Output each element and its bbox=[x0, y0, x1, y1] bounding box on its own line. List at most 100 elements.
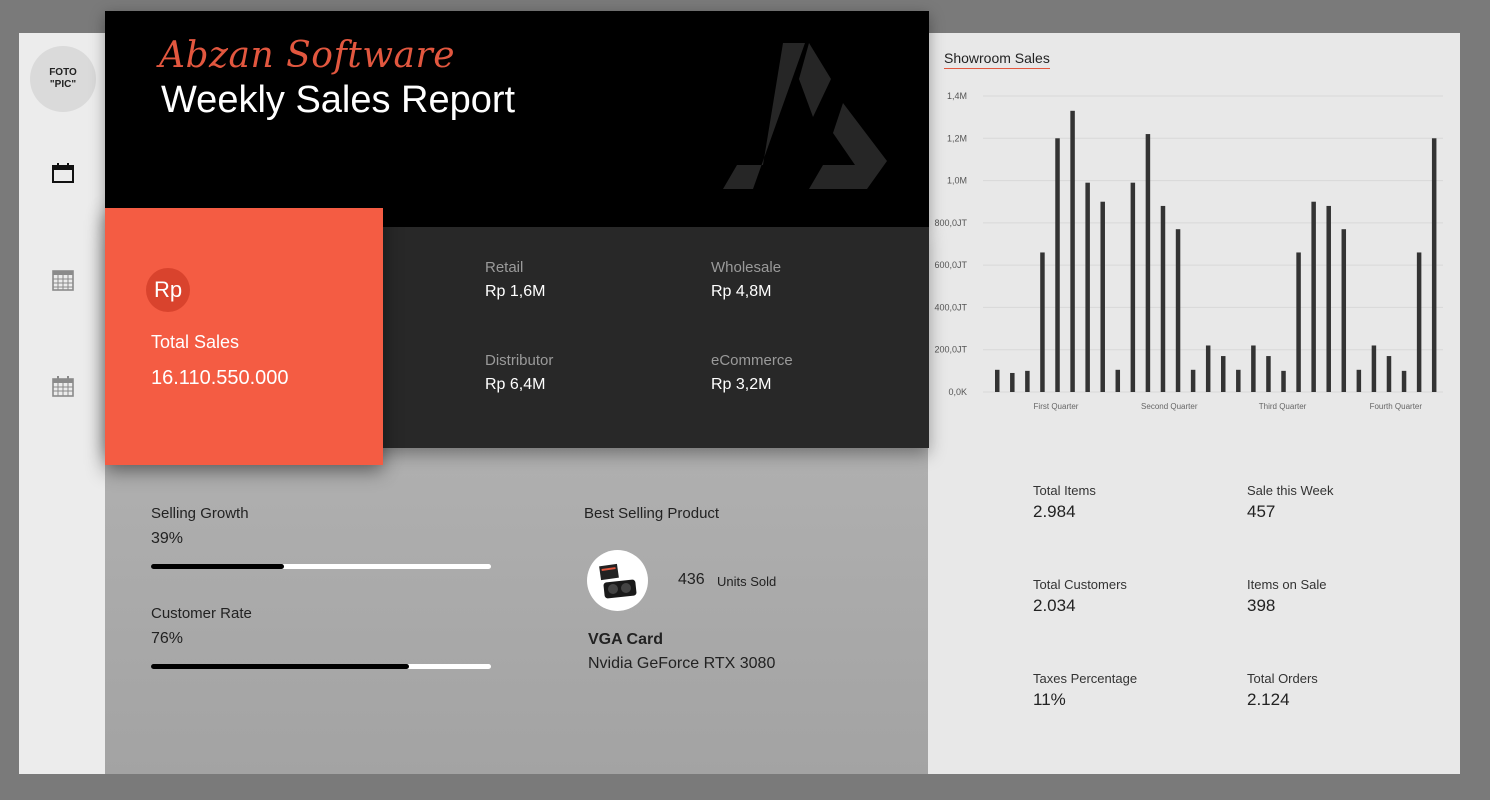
customer-rate-fill bbox=[151, 664, 410, 669]
channel-retail: Retail Rp 1,6M bbox=[485, 259, 545, 301]
y-tick-label: 1,4M bbox=[947, 91, 967, 101]
stat-value: 398 bbox=[1247, 596, 1276, 615]
y-tick-label: 1,2M bbox=[947, 133, 967, 143]
chart-bar[interactable] bbox=[1356, 369, 1362, 392]
currency-icon: Rp bbox=[146, 268, 190, 312]
report-header: Abzan Software Weekly Sales Report bbox=[105, 11, 929, 227]
stat-value: 11% bbox=[1033, 690, 1066, 709]
grid-calendar-icon[interactable] bbox=[51, 268, 75, 292]
channel-value: Rp 4,8M bbox=[711, 283, 772, 300]
y-tick-label: 400,0JT bbox=[934, 302, 967, 312]
best-product-title: Best Selling Product bbox=[584, 505, 720, 522]
customer-rate: Customer Rate 76% bbox=[151, 605, 252, 648]
channel-wholesale: Wholesale Rp 4,8M bbox=[711, 259, 781, 301]
customer-rate-label: Customer Rate bbox=[151, 605, 252, 622]
chart-bar[interactable] bbox=[1431, 138, 1437, 392]
abzan-logo-icon bbox=[723, 43, 887, 189]
chart-bar[interactable] bbox=[1205, 345, 1211, 392]
chart-bar[interactable] bbox=[1296, 252, 1301, 392]
stat-total-items: Total Items 2.984 bbox=[1033, 483, 1096, 522]
y-tick-label: 800,0JT bbox=[934, 218, 967, 228]
channel-label: Wholesale bbox=[711, 259, 782, 276]
stat-value: 2.034 bbox=[1033, 596, 1076, 615]
avatar[interactable]: FOTO "PIC" bbox=[30, 46, 96, 112]
chart-bar[interactable] bbox=[1221, 356, 1226, 392]
chart-bar[interactable] bbox=[1236, 369, 1241, 392]
chart-bar[interactable] bbox=[1115, 369, 1121, 392]
chart-bar[interactable] bbox=[1401, 370, 1407, 392]
stat-total-orders: Total Orders 2.124 bbox=[1247, 671, 1318, 710]
channel-label: Distributor bbox=[485, 352, 554, 369]
stat-value: 2.984 bbox=[1033, 502, 1076, 521]
selling-growth-value: 39% bbox=[151, 530, 184, 547]
total-sales-value: 16.110.550.000 bbox=[151, 367, 289, 389]
stat-label: Total Items bbox=[1033, 483, 1096, 498]
channel-value: Rp 3,2M bbox=[711, 376, 772, 393]
channel-distributor: Distributor Rp 6,4M bbox=[485, 352, 553, 394]
stat-label: Total Orders bbox=[1247, 671, 1318, 686]
product-category: VGA Card bbox=[588, 631, 663, 648]
stat-taxes-percentage: Taxes Percentage 11% bbox=[1033, 671, 1137, 710]
units-sold-count: 436 bbox=[678, 571, 705, 588]
chart-bar[interactable] bbox=[1085, 182, 1090, 392]
chart-bar[interactable] bbox=[1145, 134, 1151, 393]
x-group-label: Fourth Quarter bbox=[1370, 402, 1423, 411]
selling-growth-bar bbox=[151, 564, 491, 569]
y-tick-label: 200,0JT bbox=[934, 345, 967, 355]
channel-label: Retail bbox=[485, 259, 524, 276]
channel-value: Rp 6,4M bbox=[485, 376, 546, 393]
chart-bar[interactable] bbox=[1070, 110, 1075, 393]
stat-label: Taxes Percentage bbox=[1033, 671, 1138, 686]
calendar-icon[interactable] bbox=[51, 161, 75, 185]
stat-value: 2.124 bbox=[1247, 690, 1290, 709]
chart-bar[interactable] bbox=[1040, 252, 1045, 392]
y-tick-label: 600,0JT bbox=[934, 260, 967, 270]
calendar-table-icon[interactable] bbox=[51, 374, 75, 398]
chart-bar[interactable] bbox=[1055, 138, 1060, 392]
chart-bar[interactable] bbox=[995, 369, 1000, 392]
chart-bar[interactable] bbox=[1386, 356, 1392, 392]
chart-bar[interactable] bbox=[1175, 229, 1181, 392]
stat-label: Total Customers bbox=[1033, 577, 1127, 592]
total-sales-label: Total Sales bbox=[151, 332, 240, 352]
chart-bar[interactable] bbox=[1190, 369, 1196, 392]
page-title: Weekly Sales Report bbox=[161, 79, 516, 121]
x-group-label: Second Quarter bbox=[1141, 402, 1198, 411]
stat-total-customers: Total Customers 2.034 bbox=[1033, 577, 1127, 616]
channel-label: eCommerce bbox=[711, 352, 793, 369]
stat-value: 457 bbox=[1247, 502, 1276, 521]
chart-bar[interactable] bbox=[1010, 372, 1015, 392]
x-group-label: Third Quarter bbox=[1259, 402, 1307, 411]
selling-growth: Selling Growth 39% bbox=[151, 505, 249, 548]
chart-bar[interactable] bbox=[1416, 252, 1422, 392]
product-image[interactable] bbox=[587, 550, 648, 611]
channel-value: Rp 1,6M bbox=[485, 283, 546, 300]
chart-bar[interactable] bbox=[1251, 345, 1256, 392]
stat-sale-this-week: Sale this Week 457 bbox=[1247, 483, 1333, 522]
chart-bar[interactable] bbox=[1130, 182, 1136, 392]
customer-rate-value: 76% bbox=[151, 630, 184, 647]
stat-items-on-sale: Items on Sale 398 bbox=[1247, 577, 1327, 616]
chart-bar[interactable] bbox=[1311, 201, 1316, 392]
showroom-sales-chart: 0,0K 200,0JT 400,0JT 600,0JT 800,0JT 1,0M 1,2M… bbox=[934, 91, 1443, 411]
chart-bar[interactable] bbox=[1341, 229, 1347, 392]
selling-growth-fill bbox=[151, 564, 284, 569]
brand-name: Abzan Software bbox=[159, 35, 456, 76]
product-name: Nvidia GeForce RTX 3080 bbox=[588, 655, 776, 672]
customer-rate-bar bbox=[151, 664, 491, 669]
units-sold-label: Units Sold bbox=[717, 574, 777, 589]
chart-bar[interactable] bbox=[1326, 205, 1331, 392]
chart-bar[interactable] bbox=[1100, 201, 1105, 392]
stat-label: Sale this Week bbox=[1247, 483, 1334, 498]
chart-bar[interactable] bbox=[1281, 370, 1286, 392]
chart-bar[interactable] bbox=[1025, 370, 1030, 392]
y-tick-label: 1,0M bbox=[947, 176, 967, 186]
x-group-label: First Quarter bbox=[1034, 402, 1079, 411]
chart-bar[interactable] bbox=[1371, 345, 1377, 392]
chart-title: Showroom Sales bbox=[944, 50, 1050, 69]
sidebar: FOTO "PIC" bbox=[19, 33, 105, 774]
chart-bar[interactable] bbox=[1266, 356, 1271, 392]
channel-ecommerce: eCommerce Rp 3,2M bbox=[711, 352, 793, 394]
chart-bar[interactable] bbox=[1160, 205, 1166, 392]
y-tick-label: 0,0K bbox=[948, 387, 967, 397]
